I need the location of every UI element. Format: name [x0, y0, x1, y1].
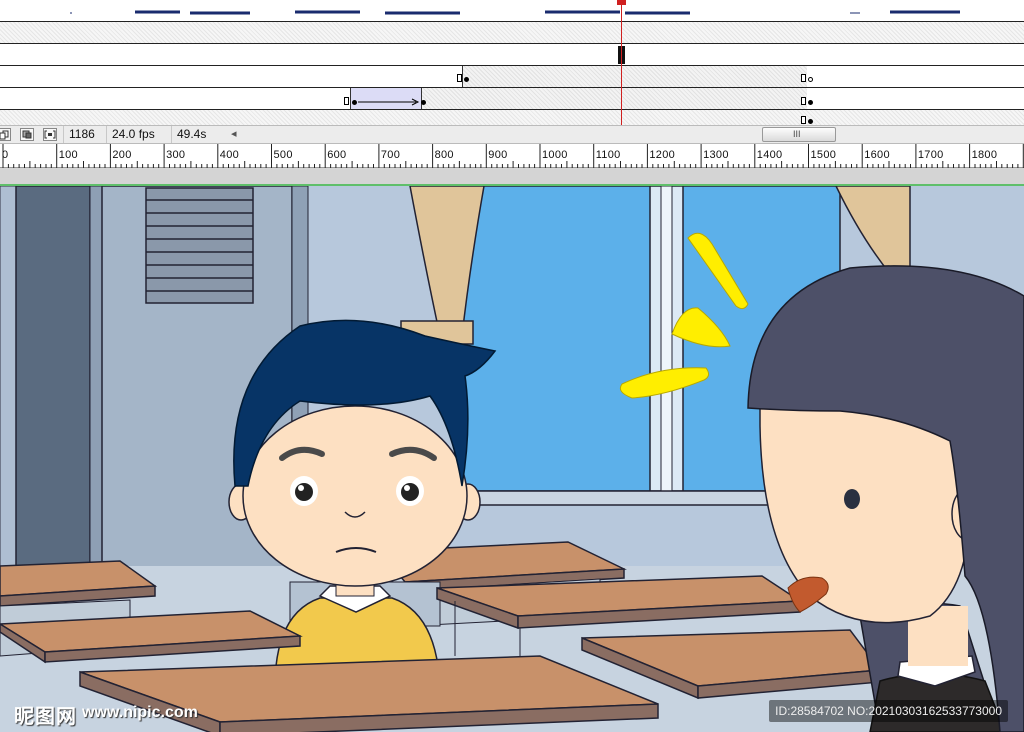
keyframe-empty[interactable]	[801, 74, 806, 82]
timeline-layer-5[interactable]	[0, 88, 1024, 110]
door-vent	[145, 187, 254, 304]
frame-rate-display[interactable]: 24.0 fps	[106, 126, 170, 143]
stage-canvas[interactable]: 昵图网 www.nipic.com	[0, 186, 1024, 732]
ruler-tick-label: 1100	[595, 149, 621, 161]
keyframe-dot[interactable]	[808, 119, 813, 124]
timeline-panel[interactable]	[0, 0, 1024, 125]
onion-outlines-button[interactable]	[20, 128, 34, 141]
timeline-layer-6[interactable]	[0, 110, 1024, 125]
onion-skin-button[interactable]	[0, 128, 11, 141]
ruler-tick-label: 200	[112, 149, 132, 161]
timeline-layer-4[interactable]	[0, 66, 1024, 88]
ruler-tick-label: 1700	[917, 149, 944, 161]
bracket-frames-icon	[44, 130, 56, 139]
timeline-control-bar: 1186 24.0 fps 49.4s ◂ III	[0, 125, 1024, 144]
keyframe-empty[interactable]	[344, 97, 349, 105]
ruler-tick-label: 1000	[542, 149, 568, 161]
ruler-tick-label: 900	[488, 149, 508, 161]
onion-skin-icon	[0, 130, 9, 140]
ruler-tick-label: 1200	[649, 149, 676, 161]
ruler-tick-label: 1600	[864, 149, 890, 161]
ruler-tick-label: 500	[273, 149, 293, 161]
girl-eye	[844, 489, 860, 509]
watermark-logo: 昵图网	[14, 706, 77, 728]
ruler-tick-label: 700	[380, 149, 401, 161]
playhead[interactable]	[621, 0, 622, 125]
onion-outline-icon	[22, 130, 32, 139]
watermark-id: ID:28584702 NO:20210303162533773000	[769, 700, 1008, 722]
ruler-tick-label: 1800	[971, 149, 998, 161]
playhead-handle[interactable]	[617, 0, 626, 5]
keyframe-ring[interactable]	[808, 77, 813, 82]
keyframe-dot[interactable]	[352, 100, 357, 105]
keyframe-dot[interactable]	[808, 100, 813, 105]
horizontal-scrollbar-thumb[interactable]: III	[762, 127, 836, 142]
tween-span[interactable]	[421, 88, 807, 109]
elapsed-time-display: 49.4s	[171, 126, 223, 143]
timeline-layer-3[interactable]	[0, 44, 1024, 66]
watermark-site: www.nipic.com	[82, 704, 198, 721]
stage-top-border	[0, 168, 1024, 186]
ruler-tick-label: 0	[2, 149, 9, 161]
keyframe-dot[interactable]	[421, 100, 426, 105]
ruler-tick-label: 400	[219, 149, 240, 161]
scroll-left-arrow[interactable]: ◂	[231, 127, 237, 140]
scroll-thumb-grip: III	[793, 129, 801, 139]
ruler-tick-label: 300	[166, 149, 186, 161]
classroom-scene	[0, 186, 1024, 732]
keyframe-dot[interactable]	[464, 77, 469, 82]
ruler-tick-label: 1300	[703, 149, 729, 161]
keyframe-empty[interactable]	[457, 74, 462, 82]
keyframe-empty[interactable]	[801, 97, 806, 105]
tween-span[interactable]	[462, 66, 807, 87]
stage-ruler[interactable]: 0 100 200 300 400 500 600 700 800 900 1000 1100 1200…	[0, 144, 1024, 168]
edit-multiple-frames-button[interactable]	[43, 128, 57, 141]
ruler-tick-label: 1500	[810, 149, 837, 161]
ruler-tick-label: 1400	[756, 149, 783, 161]
timeline-layer-audio[interactable]	[0, 0, 1024, 22]
tween-arrow	[358, 98, 420, 106]
ruler-tick-label: 600	[327, 149, 347, 161]
ruler-tick-label: 100	[58, 149, 78, 161]
ruler-tick-label: 800	[434, 149, 454, 161]
keyframe-empty[interactable]	[801, 116, 806, 124]
timeline-layer-2[interactable]	[0, 22, 1024, 44]
audio-waveform	[70, 10, 960, 15]
current-frame-display: 1186	[63, 126, 105, 143]
boy-face	[242, 405, 468, 587]
